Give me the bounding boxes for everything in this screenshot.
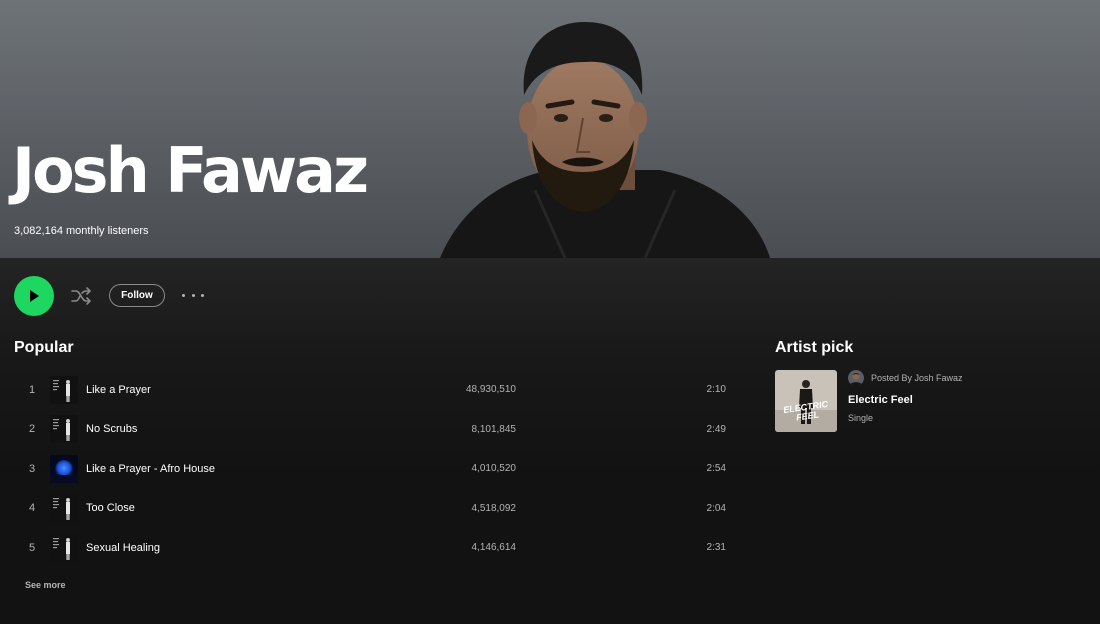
- track-duration: 2:31: [706, 542, 726, 554]
- monthly-listeners: 3,082,164 monthly listeners: [14, 225, 149, 237]
- track-number: 3: [28, 462, 36, 475]
- more-options-icon[interactable]: [182, 286, 204, 304]
- track-plays: 48,930,510: [465, 384, 516, 396]
- track-row[interactable]: 3 Like a Prayer - Afro House 4,010,520 2…: [14, 449, 734, 489]
- play-icon: [30, 290, 39, 302]
- track-title[interactable]: Sexual Healing: [86, 542, 160, 554]
- popular-heading: Popular: [14, 339, 74, 356]
- track-row[interactable]: 4 Too Close 4,518,092 2:04: [14, 489, 734, 529]
- track-plays: 4,518,092: [471, 502, 517, 514]
- track-row[interactable]: 5 Sexual Healing 4,146,614 2:31: [14, 528, 734, 568]
- track-cover-art: [50, 494, 78, 523]
- track-title[interactable]: Like a Prayer - Afro House: [86, 463, 215, 475]
- popular-track-list: 1 Like a Prayer 48,930,510 2:10 2 No Scr…: [14, 370, 734, 568]
- track-title[interactable]: Too Close: [86, 502, 135, 514]
- track-title[interactable]: Like a Prayer: [86, 384, 151, 396]
- track-number: 4: [28, 502, 36, 515]
- track-plays: 4,010,520: [471, 463, 517, 475]
- artist-pick-cover-art[interactable]: ELECTRIC FEEL: [775, 370, 837, 432]
- track-plays: 8,101,845: [471, 423, 517, 435]
- play-button[interactable]: [14, 276, 54, 316]
- artist-name: Josh Fawaz: [12, 134, 369, 207]
- track-duration: 2:04: [706, 502, 726, 514]
- artist-pick-posted-by: Posted By Josh Fawaz: [871, 373, 963, 383]
- track-cover-art: [50, 533, 78, 562]
- track-cover-art: [50, 375, 78, 404]
- track-row[interactable]: 2 No Scrubs 8,101,845 2:49: [14, 410, 734, 450]
- track-row[interactable]: 1 Like a Prayer 48,930,510 2:10: [14, 370, 734, 410]
- track-cover-art: [50, 415, 78, 444]
- artist-pick-release-name[interactable]: Electric Feel: [848, 394, 913, 406]
- track-duration: 2:54: [706, 463, 726, 475]
- track-number: 2: [28, 423, 36, 436]
- artist-pick-heading: Artist pick: [775, 339, 854, 356]
- track-plays: 4,146,614: [471, 542, 517, 554]
- artist-content: Follow Popular 1 Like a Prayer 48,930,51…: [0, 258, 1100, 624]
- artist-portrait: [440, 22, 770, 258]
- artist-pick-release-type: Single: [848, 413, 874, 423]
- artist-avatar: [848, 370, 864, 386]
- track-duration: 2:10: [706, 384, 726, 396]
- see-more-button[interactable]: See more: [25, 580, 66, 590]
- track-number: 1: [28, 383, 36, 396]
- track-cover-art: [50, 454, 78, 483]
- shuffle-icon[interactable]: [70, 285, 92, 307]
- track-number: 5: [28, 541, 36, 554]
- track-title[interactable]: No Scrubs: [86, 423, 137, 435]
- track-duration: 2:49: [706, 423, 726, 435]
- artist-header: Josh Fawaz 3,082,164 monthly listeners: [0, 0, 1100, 258]
- follow-button[interactable]: Follow: [109, 284, 165, 307]
